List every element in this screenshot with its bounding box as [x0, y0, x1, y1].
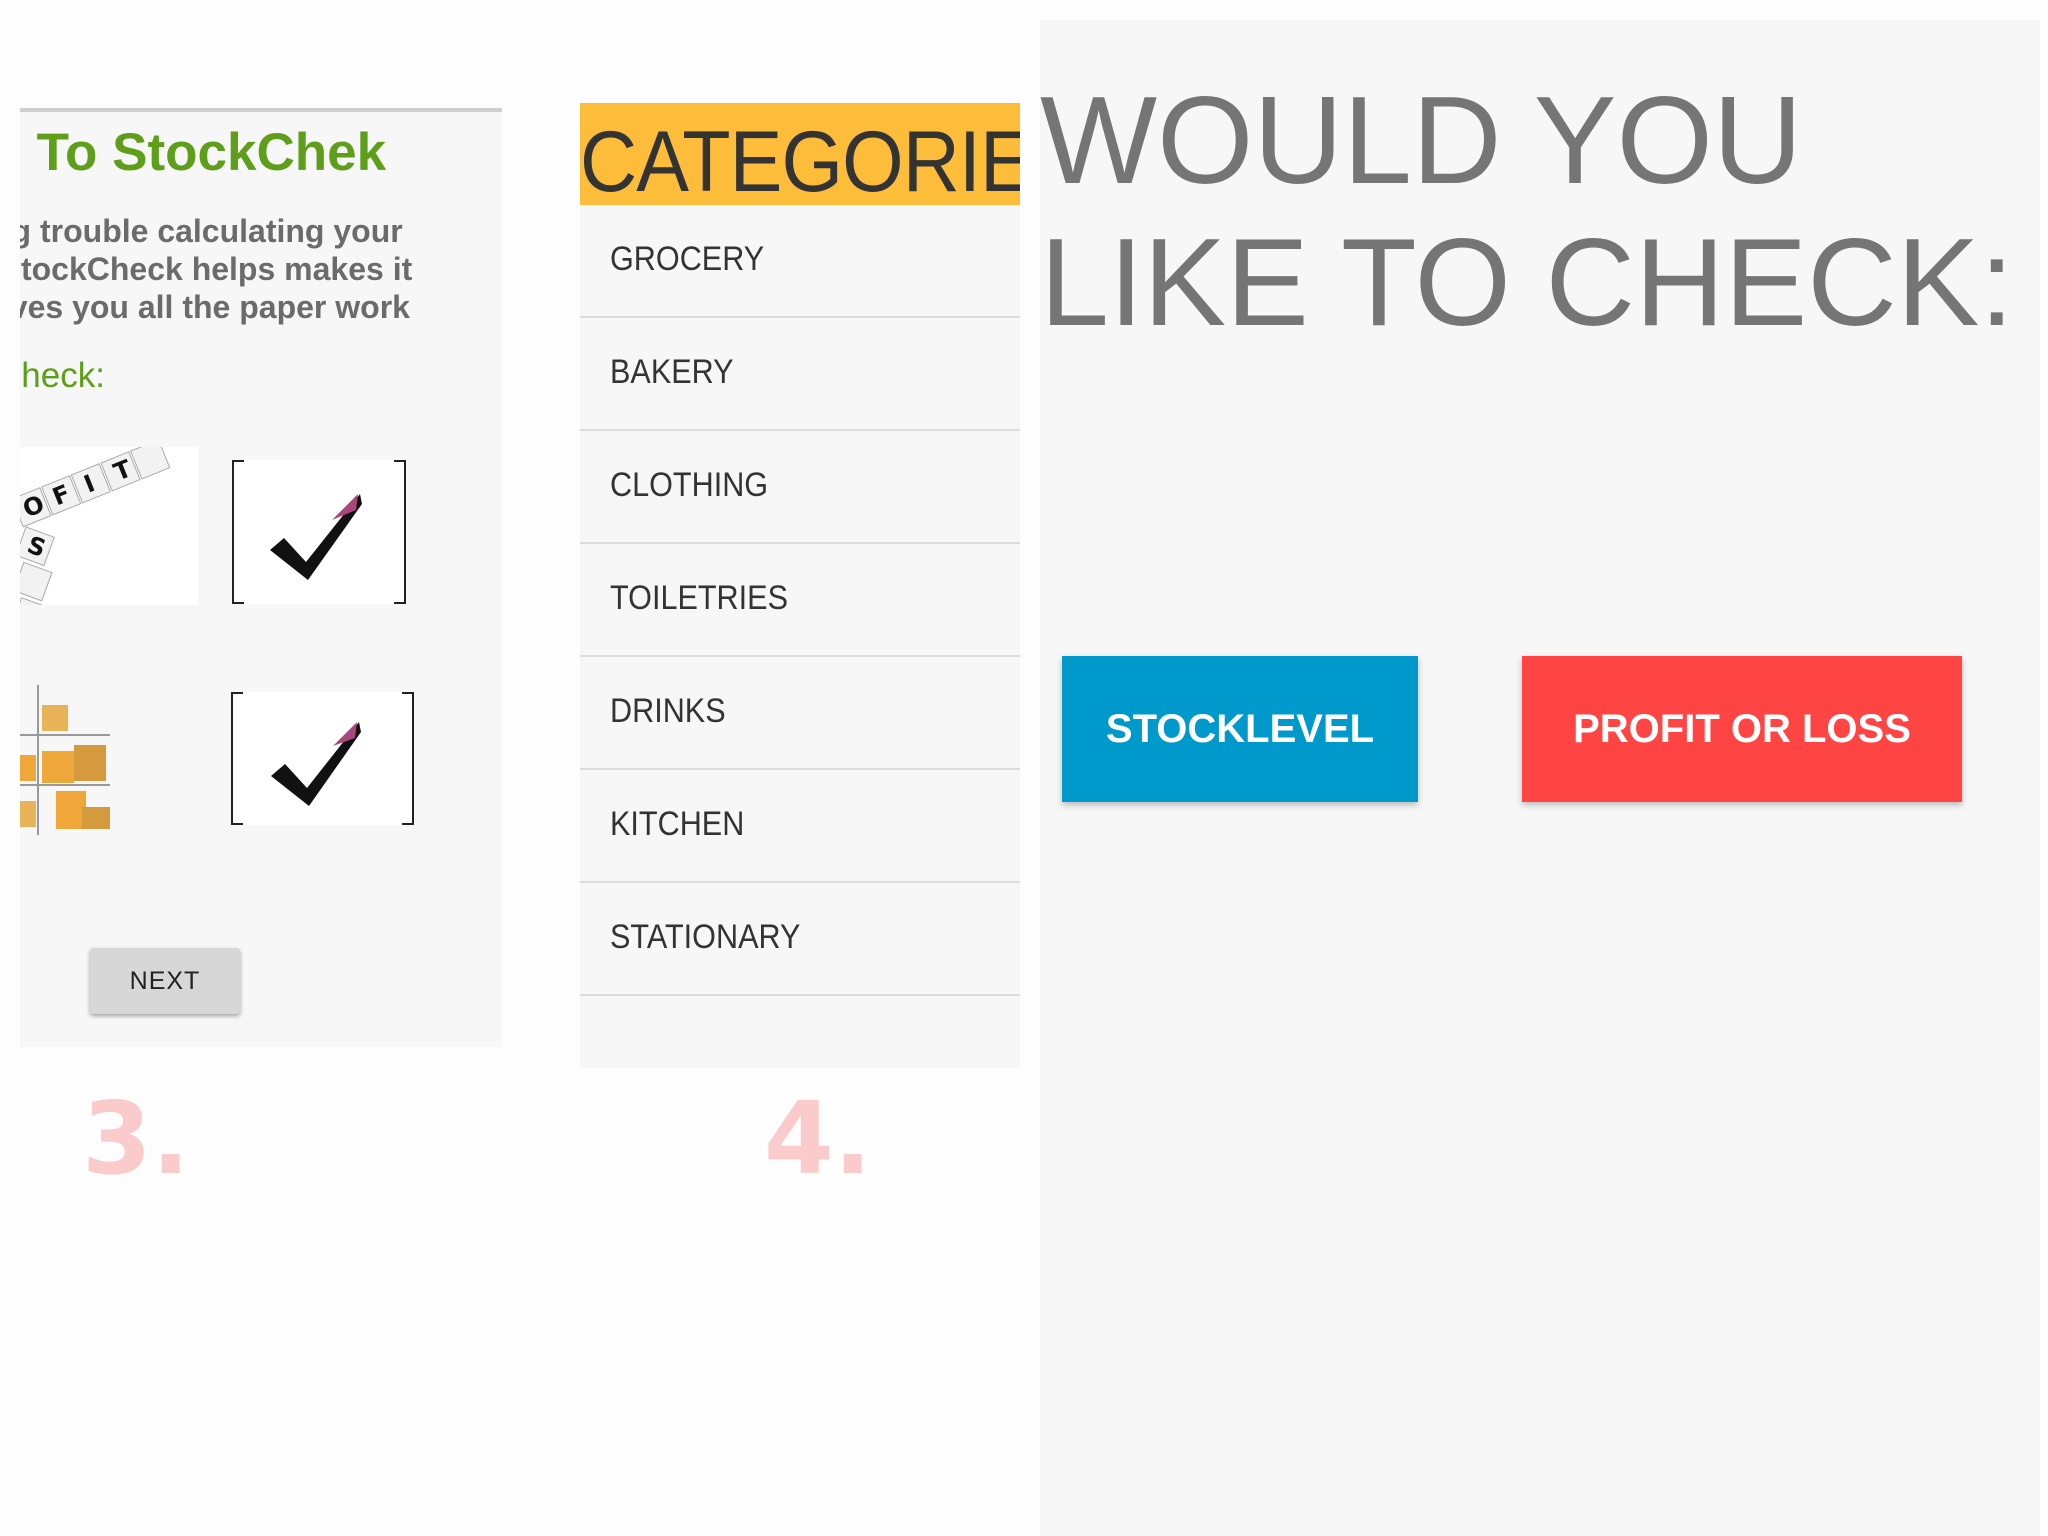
- welcome-screen: ne To StockChek ng trouble calculating y…: [20, 108, 502, 1047]
- intro-text: ng trouble calculating your 'StockCheck …: [20, 212, 502, 326]
- intro-line: ng trouble calculating your: [20, 213, 403, 249]
- checkmark-icon: [271, 722, 361, 806]
- stocklevel-button[interactable]: STOCKLEVEL: [1062, 656, 1418, 802]
- categories-header: CATEGORIES: [580, 103, 1020, 205]
- check-label: Check:: [20, 356, 105, 395]
- category-item-toiletries[interactable]: TOILETRIES: [580, 544, 1020, 657]
- category-item-clothing[interactable]: CLOTHING: [580, 431, 1020, 544]
- category-item-kitchen[interactable]: KITCHEN: [580, 770, 1020, 883]
- question-heading: WOULD YOU LIKE TO CHECK:: [1040, 72, 2014, 352]
- checkmark-icon: [270, 494, 362, 580]
- stocklevel-checkbox[interactable]: [231, 692, 414, 825]
- category-item-grocery[interactable]: GROCERY: [580, 205, 1020, 318]
- category-list: GROCERY BAKERY CLOTHING TOILETRIES DRINK…: [580, 205, 1020, 996]
- category-label: GROCERY: [610, 240, 765, 278]
- step-number: 4.: [764, 1080, 872, 1197]
- profit-or-loss-button[interactable]: PROFIT OR LOSS: [1522, 656, 1962, 802]
- choose-check-screen: WOULD YOU LIKE TO CHECK: STOCKLEVEL PROF…: [1040, 20, 2040, 1536]
- categories-title: CATEGORIES: [580, 114, 1020, 205]
- profit-loss-checkbox[interactable]: [232, 460, 406, 604]
- intro-line: aves you all the paper work: [20, 289, 410, 325]
- category-label: KITCHEN: [610, 805, 745, 843]
- category-label: CLOTHING: [610, 466, 769, 504]
- category-label: TOILETRIES: [610, 579, 788, 617]
- step-number: 3.: [82, 1080, 190, 1197]
- category-item-bakery[interactable]: BAKERY: [580, 318, 1020, 431]
- intro-line: 'StockCheck helps makes it: [20, 251, 413, 287]
- categories-screen: CATEGORIES GROCERY BAKERY CLOTHING TOILE…: [580, 103, 1020, 1068]
- category-label: DRINKS: [610, 692, 726, 730]
- category-label: BAKERY: [610, 353, 734, 391]
- category-item-drinks[interactable]: DRINKS: [580, 657, 1020, 770]
- welcome-title: ne To StockChek: [20, 123, 387, 182]
- category-label: STATIONARY: [610, 918, 801, 956]
- profit-loss-tiles-image: O F I T S S: [20, 447, 198, 605]
- category-item-stationary[interactable]: STATIONARY: [580, 883, 1020, 996]
- next-button[interactable]: NEXT: [90, 948, 240, 1014]
- stock-boxes-image: [20, 685, 130, 835]
